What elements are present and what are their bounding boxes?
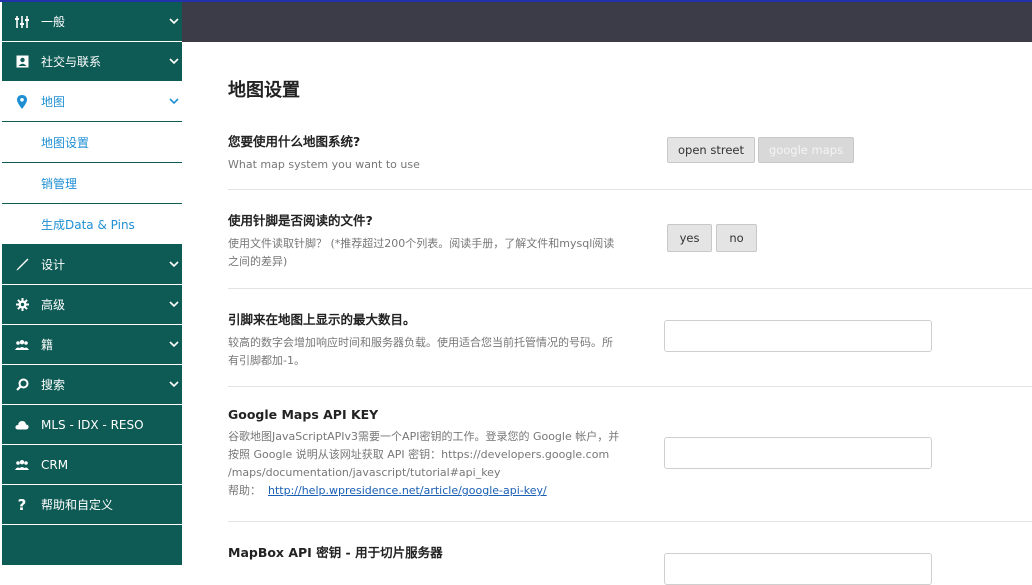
sidebar-item-mls-idx-reso[interactable]: MLS - IDX - RESO [2,405,182,445]
yes-button[interactable]: yes [667,224,712,252]
setting-title: 您要使用什么地图系统? [228,134,361,149]
sidebar-item-label: 设计 [41,258,66,272]
sidebar-subitem-generate-data-pins[interactable]: 生成Data & Pins [2,204,182,245]
chevron-down-icon [169,261,179,268]
setting-max-pins: 引脚来在地图上显示的最大数目。 较高的数字会增加响应时间和服务器负载。使用适合您… [228,309,1032,387]
sidebar-item-label: 社交与联系 [41,55,102,69]
help-label: 帮助： [228,484,261,497]
users-icon [15,458,29,472]
question-icon: ? [17,495,27,514]
sidebar-item-label: 帮助和自定义 [41,498,114,512]
sidebar-subitem-map-settings[interactable]: 地图设置 [2,122,182,163]
chevron-down-icon [169,58,179,65]
cloud-icon [15,418,29,432]
contact-card-icon [15,55,29,69]
setting-map-system: 您要使用什么地图系统? What map system you want to … [228,131,1032,190]
setting-description-line: 使用文件读取针脚？ (*推荐超过200个列表。阅读手册，了解文件和mysql阅读 [228,237,615,250]
chevron-down-icon [169,18,179,25]
setting-description-line: 谷歌地图JavaScriptAPIv3需要一个API密钥的工作。登录您的 Goo… [228,430,620,443]
setting-description: 使用文件读取针脚？ (*推荐超过200个列表。阅读手册，了解文件和mysql阅读… [228,235,640,271]
help-link[interactable]: http://help.wpresidence.net/article/goog… [268,484,547,497]
sidebar-item-help-customize[interactable]: ? 帮助和自定义 [2,485,182,525]
sidebar-item-label: 籍 [41,338,54,352]
setting-description: 谷歌地图JavaScriptAPIv3需要一个API密钥的工作。登录您的 Goo… [228,428,640,500]
chevron-down-icon [169,381,179,388]
google-maps-api-key-input[interactable] [664,437,932,469]
search-icon [15,378,29,392]
open-street-button[interactable]: open street [667,137,755,163]
max-pins-input[interactable] [664,320,932,352]
no-button[interactable]: no [716,224,757,252]
setting-title: Google Maps API KEY [228,407,379,422]
sidebar-subitem-label: 销管理 [41,176,78,191]
setting-title: 使用针脚是否阅读的文件? [228,213,373,228]
mapbox-api-key-input[interactable] [664,553,932,585]
sidebar-item-crm[interactable]: CRM [2,445,182,485]
sidebar-subitem-label: 生成Data & Pins [41,217,135,232]
setting-description: 较高的数字会增加响应时间和服务器负载。使用适合您当前托管情况的号码。所 有引脚都… [228,334,640,370]
setting-google-maps-api-key: Google Maps API KEY 谷歌地图JavaScriptAPIv3需… [228,407,1032,522]
sidebar-item-design[interactable]: 设计 [2,245,182,285]
setting-read-pins-from-file: 使用针脚是否阅读的文件? 使用文件读取针脚？ (*推荐超过200个列表。阅读手册… [228,210,1032,289]
brush-icon [15,258,29,272]
sidebar-subitem-pin-management[interactable]: 销管理 [2,163,182,204]
main-content: 地图设置 您要使用什么地图系统? What map system you wan… [182,42,1032,585]
sidebar-item-advanced[interactable]: 高级 [2,285,182,325]
help-line: 帮助： http://help.wpresidence.net/article/… [228,482,640,500]
setting-mapbox-api-key: MapBox API 密钥 - 用于切片服务器 [228,542,1032,585]
setting-description-line: 有引脚都加-1。 [228,354,305,367]
sidebar-item-label: 地图 [41,95,66,109]
sidebar-item-label: 一般 [41,15,66,29]
setting-description-line: 较高的数字会增加响应时间和服务器负载。使用适合您当前托管情况的号码。所 [228,336,613,349]
users-icon [15,338,29,352]
sidebar-item-label: 搜索 [41,378,66,392]
sliders-icon [15,15,29,29]
sidebar-item-label: CRM [41,457,69,472]
sidebar-item-general[interactable]: 一般 [2,2,182,42]
chevron-down-icon [169,341,179,348]
google-maps-button[interactable]: google maps [758,137,854,163]
gear-icon [15,298,29,312]
sidebar-item-label: 高级 [41,298,66,312]
top-bar [182,2,1032,42]
sidebar-subitem-label: 地图设置 [41,135,90,150]
setting-description-line: /maps/documentation/javascript/tutorial#… [228,466,501,479]
page-title: 地图设置 [228,80,300,101]
sidebar-item-map[interactable]: 地图 [2,82,182,122]
setting-description-line: 按照 Google 说明从该网址获取 API 密钥：https://develo… [228,448,610,461]
sidebar-item-label: MLS - IDX - RESO [41,417,144,432]
chevron-down-icon [169,301,179,308]
sidebar-item-membership[interactable]: 籍 [2,325,182,365]
setting-description: What map system you want to use [228,158,420,171]
setting-description-line: 之间的差异) [228,255,288,268]
sidebar-item-social-contact[interactable]: 社交与联系 [2,42,182,82]
sidebar-item-search[interactable]: 搜索 [2,365,182,405]
sidebar: 一般 社交与联系 地图 地图设置 销管理 生成Data & Pins 设计 高级 [2,2,182,565]
map-pin-icon [15,94,29,109]
chevron-down-icon [169,98,179,105]
